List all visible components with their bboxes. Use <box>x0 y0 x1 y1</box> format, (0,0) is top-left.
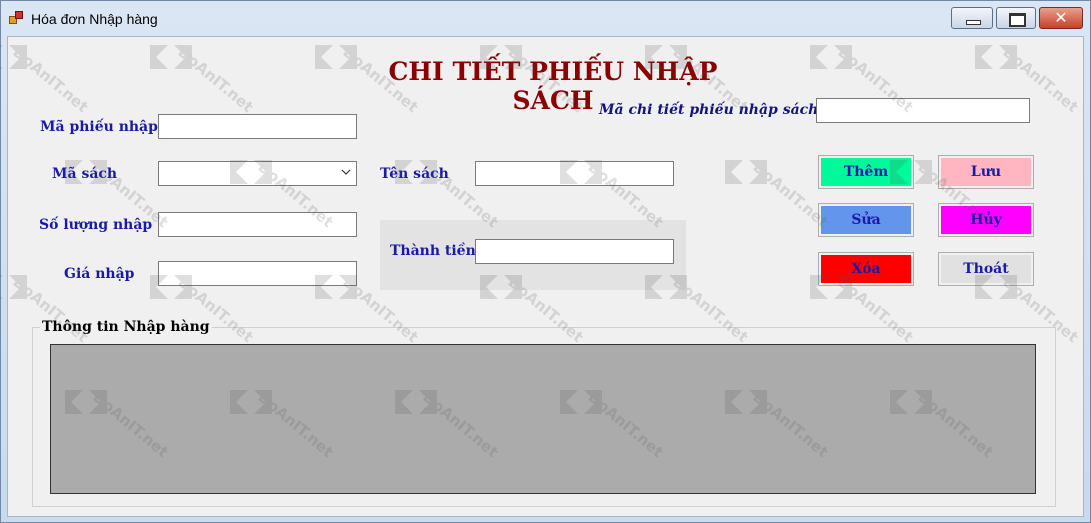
thanh-tien-label: Thành tiền <box>390 243 476 259</box>
luu-button[interactable]: Lưu <box>938 155 1034 189</box>
close-icon: ✕ <box>1054 8 1068 27</box>
so-luong-nhap-label: Số lượng nhập <box>39 217 153 233</box>
xoa-button[interactable]: Xóa <box>818 252 914 286</box>
thanh-tien-input[interactable] <box>475 239 674 264</box>
nhap-hang-data-grid[interactable] <box>50 344 1036 494</box>
form-client-area: CHI TIẾT PHIẾU NHẬP SÁCH Mã chi tiết phi… <box>7 36 1084 517</box>
chevron-down-icon[interactable] <box>340 166 352 178</box>
ma-phieu-nhap-label: Mã phiếu nhập <box>40 119 158 135</box>
them-button[interactable]: Thêm <box>818 155 914 189</box>
title-bar[interactable]: Hóa đơn Nhập hàng ✕ <box>1 1 1090 35</box>
ma-sach-label: Mã sách <box>52 166 118 182</box>
group-title: Thông tin Nhập hàng <box>40 319 212 335</box>
ten-sach-label: Tên sách <box>380 166 449 182</box>
minimize-button[interactable] <box>951 7 993 29</box>
window-title: Hóa đơn Nhập hàng <box>31 11 158 27</box>
app-window: Hóa đơn Nhập hàng ✕ CHI TIẾT PHIẾU NHẬP … <box>0 0 1091 523</box>
ma-phieu-nhap-input[interactable] <box>158 114 357 139</box>
ten-sach-input[interactable] <box>475 161 674 186</box>
ma-chi-tiet-input[interactable] <box>816 98 1030 123</box>
gia-nhap-label: Giá nhập <box>64 266 135 282</box>
ma-chi-tiet-label: Mã chi tiết phiếu nhập sách: <box>599 102 824 118</box>
huy-button[interactable]: Hủy <box>938 203 1034 237</box>
so-luong-nhap-input[interactable] <box>158 212 357 237</box>
close-button[interactable]: ✕ <box>1039 7 1083 29</box>
thoat-button[interactable]: Thoát <box>938 252 1034 286</box>
ma-sach-combobox[interactable] <box>158 161 357 186</box>
gia-nhap-input[interactable] <box>158 261 357 286</box>
sua-button[interactable]: Sửa <box>818 203 914 237</box>
app-icon <box>9 11 23 24</box>
maximize-button[interactable] <box>996 7 1036 29</box>
